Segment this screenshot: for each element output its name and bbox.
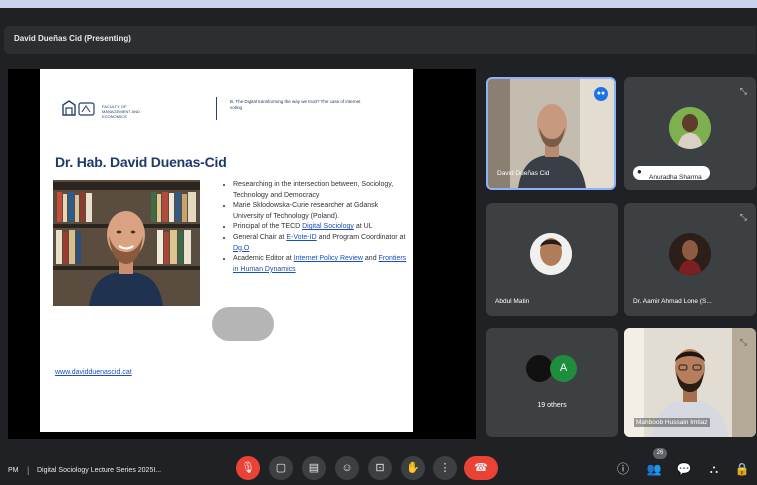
end-call-button[interactable]: ☎ bbox=[464, 456, 498, 480]
presentation-overlay-control[interactable] bbox=[212, 307, 274, 341]
digital-sociology-link[interactable]: Digital Sociology bbox=[302, 223, 354, 230]
participant-name: Anuradha Sharma bbox=[649, 174, 702, 181]
host-controls-icon: 🔒 bbox=[734, 462, 750, 476]
participant-name-chip: ● Anuradha Sharma bbox=[633, 166, 710, 181]
slide-divider bbox=[216, 97, 217, 120]
dgo-link[interactable]: Dg.O bbox=[233, 245, 249, 252]
participant-tile-abdul[interactable]: Abdul Matin bbox=[486, 203, 618, 316]
speaker-photo bbox=[53, 180, 200, 306]
slide-speaker-name: Dr. Hab. David Duenas-Cid bbox=[55, 154, 227, 170]
avatar-image bbox=[669, 233, 711, 275]
avatar-image bbox=[669, 107, 711, 149]
bio-bullet: General Chair at E-Vote-ID and Program C… bbox=[233, 233, 408, 254]
bullet-text: and Program Coordinator at bbox=[316, 233, 406, 241]
others-count-label: 19 others bbox=[537, 402, 567, 409]
raise-hand-icon: ✋ bbox=[406, 462, 420, 474]
bullet-text: and bbox=[362, 255, 379, 263]
info-icon: ⓘ bbox=[616, 462, 629, 476]
bullet-text: Principal of the TECD bbox=[233, 223, 303, 231]
present-icon: ⊡ bbox=[375, 462, 385, 474]
bullet-text: Marie Sklodowska-Curie researcher at Gda… bbox=[233, 202, 379, 220]
speaker-website-link[interactable]: www.davidduenascid.cat bbox=[55, 369, 132, 376]
chat-button[interactable]: 💬 bbox=[675, 461, 693, 477]
bullet-text: Researching in the intersection between,… bbox=[233, 181, 394, 199]
camera-button[interactable]: ▢ bbox=[269, 456, 293, 480]
participant-tile-cid[interactable]: ●● David Dueñas Cid bbox=[486, 77, 616, 190]
slide-topic: B. The Digital transforming the way we t… bbox=[230, 99, 361, 110]
participant-name: David Dueñas Cid bbox=[497, 170, 550, 177]
bio-bullet: Marie Sklodowska-Curie researcher at Gda… bbox=[233, 201, 408, 222]
presenting-label: David Dueñas Cid (Presenting) bbox=[14, 34, 131, 43]
captions-icon: ▤ bbox=[308, 462, 320, 474]
present-button[interactable]: ⊡ bbox=[368, 456, 392, 480]
meeting-info-button[interactable]: ⓘ bbox=[614, 461, 632, 477]
pin-icon[interactable]: ⤡ bbox=[740, 337, 747, 348]
others-avatar-initial: A bbox=[550, 355, 577, 382]
activities-icon: ⛬ bbox=[709, 462, 719, 476]
bullet-text: UL bbox=[363, 223, 373, 231]
bottom-divider: | bbox=[27, 465, 30, 475]
participant-tile-others[interactable]: A 19 others bbox=[486, 328, 618, 437]
emoji-button[interactable]: ☺ bbox=[335, 456, 359, 480]
participant-tile-aamir[interactable]: ⤡ Dr. Aamir Ahmad Lone (S... bbox=[624, 203, 756, 316]
bullet-text: Academic Editor at bbox=[233, 255, 294, 263]
participant-name: Abdul Matin bbox=[495, 298, 530, 305]
evote-id-link[interactable]: E-Vote-ID bbox=[286, 234, 316, 241]
bio-bullet: Principal of the TECD Digital Sociology … bbox=[233, 222, 408, 233]
people-count-badge: 26 bbox=[653, 448, 667, 459]
bio-bullet-list: Researching in the intersection between,… bbox=[223, 180, 408, 275]
chat-icon: 💬 bbox=[676, 462, 692, 476]
avatar-image bbox=[530, 233, 572, 275]
emoji-icon: ☺ bbox=[341, 462, 353, 474]
participant-name: Mahboob Hussain Imtiaz bbox=[634, 418, 710, 427]
camera-icon: ▢ bbox=[275, 462, 287, 474]
presentation-header: David Dueñas Cid (Presenting) bbox=[4, 26, 756, 54]
bio-bullet: Researching in the intersection between,… bbox=[233, 180, 408, 201]
bio-bullet: Academic Editor at Internet Policy Revie… bbox=[233, 254, 408, 275]
host-controls-button[interactable]: 🔒 bbox=[733, 461, 751, 477]
meeting-window: David Dueñas Cid (Presenting) FACULTY OF… bbox=[0, 8, 757, 485]
raise-hand-button[interactable]: ✋ bbox=[401, 456, 425, 480]
speaking-indicator-icon: ●● bbox=[594, 87, 608, 101]
avatar bbox=[669, 107, 711, 149]
meeting-title: Digital Sociology Lecture Series 2025I..… bbox=[37, 467, 162, 474]
presentation-stage[interactable]: FACULTY OF MANAGEMENT AND ECONOMICS B. T… bbox=[8, 69, 476, 439]
mic-off-icon: ● bbox=[637, 167, 642, 176]
avatar bbox=[669, 233, 711, 275]
people-button[interactable]: 👥 bbox=[645, 461, 663, 477]
activities-button[interactable]: ⛬ bbox=[705, 461, 723, 477]
university-logo-icon bbox=[62, 100, 95, 116]
meeting-time: PM bbox=[8, 467, 19, 474]
avatar bbox=[530, 233, 572, 275]
people-icon: 👥 bbox=[646, 462, 662, 476]
speaker-photo-image bbox=[53, 180, 200, 306]
internet-policy-review-link[interactable]: Internet Policy Review bbox=[294, 255, 363, 262]
more-vert-icon: ⋮ bbox=[439, 462, 451, 474]
bullet-text: General Chair at bbox=[233, 233, 287, 241]
more-options-button[interactable]: ⋮ bbox=[433, 456, 457, 480]
faculty-logo-text: FACULTY OF MANAGEMENT AND ECONOMICS bbox=[102, 104, 140, 119]
others-avatar-dark bbox=[526, 355, 553, 382]
participant-tile-anuradha[interactable]: ⤡ ● Anuradha Sharma bbox=[624, 77, 756, 190]
captions-button[interactable]: ▤ bbox=[302, 456, 326, 480]
mic-off-button[interactable]: 🎙 bbox=[236, 456, 260, 480]
mic-off-icon: 🎙 bbox=[241, 462, 255, 474]
pin-icon[interactable]: ⤡ bbox=[740, 212, 747, 223]
end-call-icon: ☎ bbox=[474, 462, 488, 474]
pin-icon[interactable]: ⤡ bbox=[740, 86, 747, 97]
bullet-text: at bbox=[353, 223, 362, 231]
participant-tile-mahboob[interactable]: ⤡ Mahboob Hussain Imtiaz bbox=[624, 328, 756, 437]
slide: FACULTY OF MANAGEMENT AND ECONOMICS B. T… bbox=[40, 69, 413, 432]
participant-name: Dr. Aamir Ahmad Lone (S... bbox=[633, 298, 712, 305]
